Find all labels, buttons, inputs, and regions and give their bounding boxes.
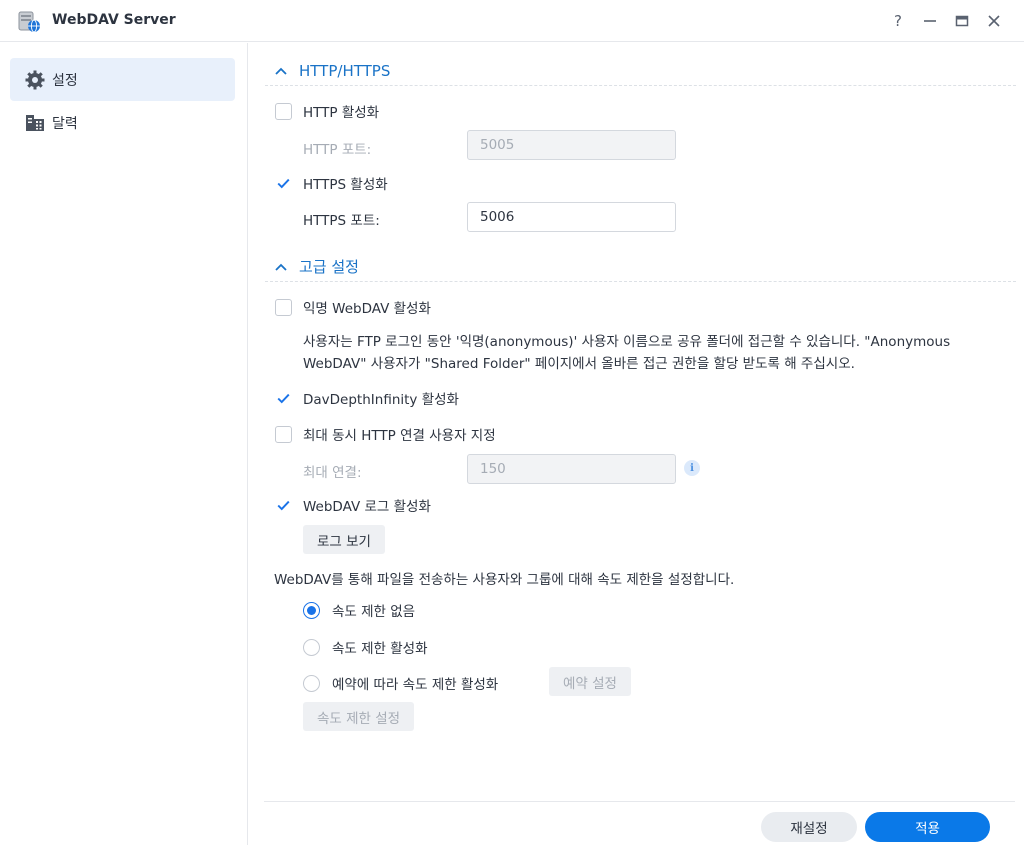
speed-option-none-row: 속도 제한 없음 [303, 600, 415, 620]
view-log-button[interactable]: 로그 보기 [303, 525, 385, 554]
https-port-input[interactable]: 5006 [467, 202, 676, 232]
info-icon[interactable]: i [684, 460, 700, 476]
sidebar-item-calendar[interactable]: 달력 [10, 101, 235, 144]
http-enable-checkbox[interactable] [275, 102, 292, 120]
anonymous-checkbox[interactable] [275, 298, 292, 316]
speed-option-enable-row: 속도 제한 활성화 [303, 637, 428, 657]
checkmark-icon [277, 393, 290, 403]
speed-option-none-radio[interactable] [303, 601, 320, 619]
main-panel: HTTP/HTTPS HTTP 활성화 HTTP 포트: 5005 HTTPS … [249, 43, 1024, 801]
calendar-icon [24, 112, 46, 134]
http-port-input[interactable]: 5005 [467, 130, 676, 160]
apply-button[interactable]: 적용 [865, 812, 990, 842]
max-http-label: 최대 동시 HTTP 연결 사용자 지정 [303, 428, 496, 444]
http-enable-row: HTTP 활성화 [275, 101, 379, 121]
max-http-row: 최대 동시 HTTP 연결 사용자 지정 [275, 424, 496, 444]
section-http-https[interactable]: HTTP/HTTPS [265, 56, 1016, 86]
webdav-app-icon [17, 11, 41, 33]
section-title: HTTP/HTTPS [299, 61, 391, 80]
https-enable-checkbox[interactable] [275, 174, 292, 192]
window-title: WebDAV Server [52, 12, 176, 28]
anonymous-label: 익명 WebDAV 활성화 [303, 301, 431, 317]
close-icon [988, 15, 1000, 27]
chevron-up-icon [275, 67, 289, 75]
gear-icon [24, 69, 46, 91]
anonymous-description-line: WebDAV" 사용자가 "Shared Folder" 페이지에서 올바른 접… [303, 356, 855, 372]
maximize-button[interactable] [946, 10, 978, 32]
sidebar-item-settings[interactable]: 설정 [10, 58, 235, 101]
reset-button[interactable]: 재설정 [761, 812, 857, 842]
log-enable-row: WebDAV 로그 활성화 [275, 495, 431, 515]
speed-option-label: 속도 제한 없음 [332, 604, 416, 620]
depth-infinity-checkbox[interactable] [275, 389, 292, 407]
anonymous-description-line: 사용자는 FTP 로그인 동안 '익명(anonymous)' 사용자 이름으로… [303, 334, 951, 350]
speed-option-label: 속도 제한 활성화 [332, 641, 428, 657]
log-enable-label: WebDAV 로그 활성화 [303, 499, 431, 515]
help-button[interactable]: ? [882, 10, 914, 32]
max-http-checkbox[interactable] [275, 425, 292, 443]
footer-bar: 재설정 적용 [264, 801, 1015, 845]
speed-option-schedule-row: 예약에 따라 속도 제한 활성화 [303, 673, 498, 693]
schedule-settings-button[interactable]: 예약 설정 [549, 667, 631, 696]
checkmark-icon [277, 178, 290, 188]
max-connection-input[interactable]: 150 [467, 454, 676, 484]
window-controls: ? [882, 10, 1010, 32]
checkmark-icon [277, 500, 290, 510]
section-advanced[interactable]: 고급 설정 [265, 252, 1016, 282]
log-enable-checkbox[interactable] [275, 496, 292, 514]
https-enable-label: HTTPS 활성화 [303, 177, 388, 193]
https-enable-row: HTTPS 활성화 [275, 173, 388, 193]
minimize-button[interactable] [914, 10, 946, 32]
section-title: 고급 설정 [299, 258, 359, 276]
depth-infinity-label: DavDepthInfinity 활성화 [303, 392, 459, 408]
speed-option-label: 예약에 따라 속도 제한 활성화 [332, 677, 499, 693]
anonymous-row: 익명 WebDAV 활성화 [275, 297, 431, 317]
chevron-up-icon [275, 263, 289, 271]
maximize-icon [955, 15, 969, 27]
sidebar-item-label: 달력 [52, 115, 78, 132]
title-bar: WebDAV Server ? [0, 0, 1024, 42]
speed-limit-settings-button[interactable]: 속도 제한 설정 [303, 702, 415, 731]
http-enable-label: HTTP 활성화 [303, 105, 380, 121]
speed-option-enable-radio[interactable] [303, 638, 320, 656]
speed-limit-description: WebDAV를 통해 파일을 전송하는 사용자와 그룹에 대해 속도 제한을 설… [274, 572, 735, 588]
sidebar: 설정 달력 [0, 43, 248, 845]
anonymous-description: 사용자는 FTP 로그인 동안 '익명(anonymous)' 사용자 이름으로… [303, 331, 1003, 375]
http-port-label: HTTP 포트: [303, 142, 372, 158]
speed-option-schedule-radio[interactable] [303, 674, 320, 692]
max-connection-label: 최대 연결: [303, 465, 362, 481]
https-port-label: HTTPS 포트: [303, 213, 380, 229]
sidebar-item-label: 설정 [52, 72, 78, 89]
minimize-icon [924, 20, 936, 22]
close-button[interactable] [978, 10, 1010, 32]
depth-infinity-row: DavDepthInfinity 활성화 [275, 388, 459, 408]
